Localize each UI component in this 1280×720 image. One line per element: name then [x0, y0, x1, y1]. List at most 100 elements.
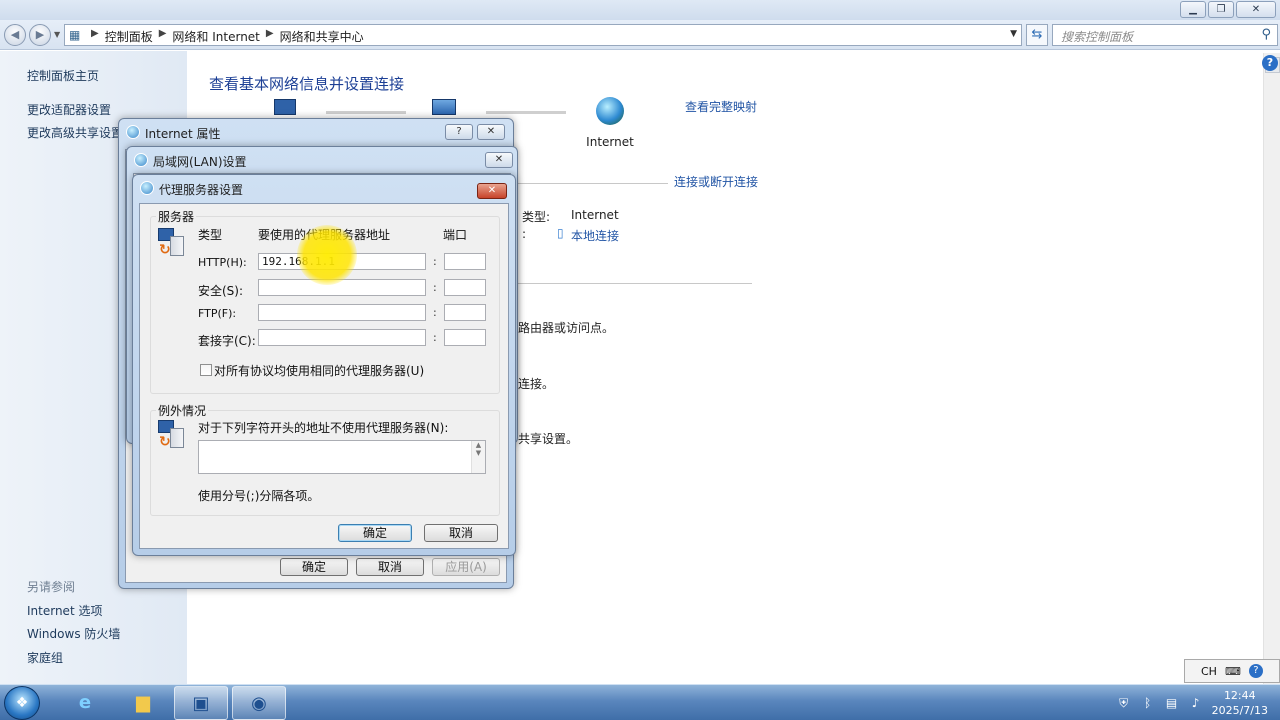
- breadcrumb-separator-icon[interactable]: ▶: [91, 28, 99, 45]
- keyboard-icon[interactable]: ⌨: [1225, 665, 1241, 678]
- internet-node[interactable]: Internet: [582, 97, 638, 149]
- address-dropdown-icon[interactable]: ▼: [1010, 29, 1017, 39]
- language-bar[interactable]: CH ⌨ ?: [1184, 659, 1280, 683]
- internet-properties-close-button[interactable]: ✕: [477, 124, 505, 140]
- proxy-settings-body: 服务器 ↻ 类型 要使用的代理服务器地址 端口 HTTP(H): 192.168…: [139, 203, 509, 549]
- main-scrollbar[interactable]: ▲: [1263, 53, 1280, 684]
- socks-port-input[interactable]: [444, 329, 486, 346]
- clock[interactable]: 12:44 2025/7/13: [1212, 688, 1268, 718]
- refresh-icon: ⇆: [1031, 27, 1043, 42]
- minimize-button[interactable]: ▁: [1180, 1, 1206, 18]
- help-icon[interactable]: ?: [1248, 664, 1263, 678]
- divider: [518, 283, 752, 284]
- window-titlebar: ▁ ❐ ✕: [0, 0, 1280, 20]
- ftp-port-input[interactable]: [444, 304, 486, 321]
- volume-muted-icon[interactable]: ♪: [1188, 695, 1204, 711]
- taskbar-explorer[interactable]: ▆: [116, 686, 170, 720]
- folder-icon: ▆: [136, 692, 150, 713]
- ftp-label: FTP(F):: [198, 307, 237, 320]
- exceptions-textarea[interactable]: ▲ ▼: [198, 440, 486, 474]
- help-icon[interactable]: ?: [1262, 55, 1278, 71]
- start-button[interactable]: ❖: [4, 686, 40, 720]
- internet-ok-button[interactable]: 确定: [280, 558, 348, 576]
- computer-icon: [272, 99, 298, 119]
- task-desc-2: 连接。: [518, 377, 555, 391]
- proxy-settings-icon: [140, 181, 154, 195]
- column-type-header: 类型: [198, 228, 223, 242]
- control-panel-icon: ▣: [192, 693, 210, 714]
- maximize-button[interactable]: ❐: [1208, 1, 1234, 18]
- proxy-settings-dialog: 代理服务器设置 ✕ 服务器 ↻ 类型 要使用的代理服务器地址 端口 HTTP(H…: [132, 174, 516, 556]
- column-address-header: 要使用的代理服务器地址: [258, 228, 391, 242]
- history-dropdown-icon[interactable]: ▼: [54, 30, 60, 39]
- clock-date: 2025/7/13: [1211, 704, 1268, 717]
- control-panel-home-link[interactable]: 控制面板主页: [27, 67, 99, 84]
- address-bar[interactable]: ▦ ▶ 控制面板 ▶ 网络和 Internet ▶ 网络和共享中心 ▼: [64, 24, 1022, 46]
- lan-settings-icon: [134, 153, 148, 167]
- colon: :: [433, 306, 437, 319]
- column-port-header: 端口: [443, 228, 468, 242]
- exceptions-group-label: 例外情况: [156, 402, 209, 419]
- windows-firewall-link[interactable]: Windows 防火墙: [27, 625, 120, 642]
- breadcrumb-separator-icon[interactable]: ▶: [159, 28, 167, 45]
- change-advanced-sharing-link[interactable]: 更改高级共享设置: [27, 124, 123, 141]
- colon: :: [433, 281, 437, 294]
- page-title: 查看基本网络信息并设置连接: [209, 75, 405, 93]
- network-line: [326, 111, 406, 114]
- network-line: [486, 111, 566, 114]
- homegroup-link[interactable]: 家庭组: [27, 649, 63, 666]
- taskbar-ie[interactable]: e: [58, 686, 112, 720]
- internet-explorer-icon: e: [78, 692, 92, 713]
- lan-settings-title: 局域网(LAN)设置: [153, 155, 247, 169]
- colon: :: [433, 255, 437, 268]
- internet-options-link[interactable]: Internet 选项: [27, 602, 102, 619]
- connection-icon: ▯: [557, 226, 564, 240]
- lan-settings-close-button[interactable]: ✕: [485, 152, 513, 168]
- security-shield-icon[interactable]: ⛨: [1116, 695, 1132, 711]
- http-port-input[interactable]: [444, 253, 486, 270]
- network-icon: [430, 99, 458, 119]
- proxy-close-button[interactable]: ✕: [477, 183, 507, 199]
- internet-label: Internet: [586, 135, 634, 149]
- forward-button[interactable]: ▶: [29, 24, 51, 46]
- breadcrumb-network-center[interactable]: 网络和共享中心: [280, 28, 364, 45]
- same-proxy-checkbox[interactable]: [200, 364, 212, 376]
- language-indicator[interactable]: CH: [1201, 665, 1217, 678]
- secure-port-input[interactable]: [444, 279, 486, 296]
- same-proxy-label[interactable]: 对所有协议均使用相同的代理服务器(U): [214, 362, 424, 379]
- network-icon[interactable]: ▤: [1164, 695, 1180, 711]
- ftp-address-input[interactable]: [258, 304, 426, 321]
- system-tray: ⛨ ᛒ ▤ ♪ 12:44 2025/7/13: [1116, 685, 1268, 720]
- proxy-ok-button[interactable]: 确定: [338, 524, 412, 542]
- connect-disconnect-link[interactable]: 连接或断开连接: [674, 173, 758, 190]
- secure-address-input[interactable]: [258, 279, 426, 296]
- proxy-server-icon: ↻: [158, 228, 186, 258]
- view-full-map-link[interactable]: 查看完整映射: [685, 98, 757, 115]
- help-button[interactable]: ?: [445, 124, 473, 140]
- close-button[interactable]: ✕: [1236, 1, 1276, 18]
- exceptions-hint: 使用分号(;)分隔各项。: [198, 489, 320, 503]
- search-placeholder: 搜索控制面板: [1061, 30, 1134, 44]
- taskbar-control-panel[interactable]: ▣: [174, 686, 228, 720]
- bluetooth-icon[interactable]: ᛒ: [1140, 695, 1156, 711]
- http-address-input[interactable]: 192.168.1.1: [258, 253, 426, 270]
- proxy-cancel-button[interactable]: 取消: [424, 524, 498, 542]
- breadcrumb: ▶ 控制面板 ▶ 网络和 Internet ▶ 网络和共享中心: [91, 28, 364, 45]
- search-input[interactable]: 搜索控制面板 ⚲: [1052, 24, 1278, 46]
- breadcrumb-control-panel[interactable]: 控制面板: [105, 28, 153, 45]
- search-icon[interactable]: ⚲: [1261, 27, 1271, 42]
- breadcrumb-separator-icon[interactable]: ▶: [266, 28, 274, 45]
- refresh-button[interactable]: ⇆: [1026, 24, 1048, 46]
- forward-arrow-icon: ▶: [35, 28, 45, 41]
- internet-properties-icon: [126, 125, 140, 139]
- breadcrumb-network-internet[interactable]: 网络和 Internet: [172, 28, 259, 45]
- internet-cancel-button[interactable]: 取消: [356, 558, 424, 576]
- socks-address-input[interactable]: [258, 329, 426, 346]
- internet-apply-button[interactable]: 应用(A): [432, 558, 500, 576]
- local-connection-link[interactable]: 本地连接: [571, 227, 619, 244]
- change-adapter-settings-link[interactable]: 更改适配器设置: [27, 101, 111, 118]
- back-button[interactable]: ◀: [4, 24, 26, 46]
- see-also-title: 另请参阅: [27, 580, 76, 594]
- taskbar-internet-options[interactable]: ◉: [232, 686, 286, 720]
- exceptions-scrollbar[interactable]: ▲ ▼: [471, 441, 485, 473]
